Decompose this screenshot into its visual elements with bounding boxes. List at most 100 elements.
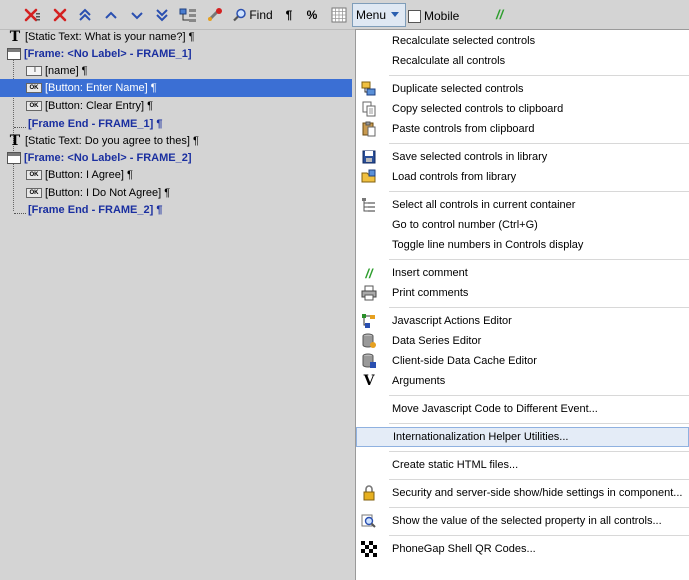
tree-row-label: [name] ¶ (45, 65, 88, 77)
menu-separator (389, 259, 689, 260)
magnifier-icon (361, 513, 377, 529)
lock-icon (361, 485, 377, 501)
tree-layout-icon[interactable] (178, 5, 198, 25)
menu-item-label: Recalculate selected controls (392, 35, 536, 47)
static-text-icon: T (9, 133, 21, 149)
menu-item-label: Show the value of the selected property … (392, 515, 662, 527)
menu-item-select-all[interactable]: Select all controls in current container (356, 195, 689, 215)
tree-row-label: [Button: Clear Entry] ¶ (45, 100, 154, 112)
tree-row-frame-end[interactable]: [Frame End - FRAME_2] ¶ (0, 201, 352, 219)
load-folder-icon (361, 169, 377, 185)
save-icon (361, 149, 377, 165)
chevron-down-icon (391, 12, 400, 17)
menu-item-arguments[interactable]: V Arguments (356, 371, 689, 391)
percent-button[interactable]: % (306, 5, 318, 25)
tree-row-frame[interactable]: [Frame: <No Label> - FRAME_1] (0, 45, 352, 63)
menu-item-label: Load controls from library (392, 171, 517, 183)
tree-row[interactable]: T [Static Text: What is your name?] ¶ (0, 28, 352, 46)
edit-properties-icon[interactable] (205, 5, 225, 25)
move-to-bottom-icon[interactable] (153, 5, 171, 25)
menu-item-label: Paste controls from clipboard (392, 123, 535, 135)
menu-item-copy[interactable]: Copy selected controls to clipboard (356, 99, 689, 119)
button-icon: OK (26, 101, 42, 111)
menu-item-label: Javascript Actions Editor (392, 315, 512, 327)
menu-separator (389, 423, 689, 424)
mobile-label: Mobile (424, 9, 460, 23)
tree-row-frame[interactable]: [Frame: <No Label> - FRAME_2] (0, 149, 352, 167)
menu-item-label: Save selected controls in library (392, 151, 548, 163)
magnifier-icon (233, 8, 247, 22)
text-input-icon: I (26, 66, 42, 76)
menu-button[interactable]: Menu (352, 3, 406, 27)
tree-row[interactable]: OK [Button: Clear Entry] ¶ (0, 97, 352, 115)
menu-item-recalculate-all[interactable]: Recalculate all controls (356, 51, 689, 71)
menu-separator (389, 507, 689, 508)
menu-item-insert-comment[interactable]: // Insert comment (356, 263, 689, 283)
menu-item-js-actions[interactable]: Javascript Actions Editor (356, 311, 689, 331)
menu-item-label: PhoneGap Shell QR Codes... (392, 543, 536, 555)
menu-item-toggle-line-numbers[interactable]: Toggle line numbers in Controls display (356, 235, 689, 255)
button-icon: OK (26, 170, 42, 180)
menu-item-security[interactable]: Security and server-side show/hide setti… (356, 483, 689, 503)
menu-separator (389, 535, 689, 536)
menu-item-label: Internationalization Helper Utilities... (393, 431, 569, 443)
js-actions-icon (361, 313, 377, 329)
move-to-top-icon[interactable] (76, 5, 94, 25)
menu-item-label: Data Series Editor (392, 335, 482, 347)
menu-separator (389, 395, 689, 396)
menu-item-label: Go to control number (Ctrl+G) (392, 219, 538, 231)
menu-item-move-js-code[interactable]: Move Javascript Code to Different Event.… (356, 399, 689, 419)
delete-icon[interactable] (50, 5, 70, 25)
frame-end-connector (14, 126, 26, 128)
menu-item-label: Toggle line numbers in Controls display (392, 239, 584, 251)
menu-item-duplicate[interactable]: Duplicate selected controls (356, 79, 689, 99)
menu-dropdown: Recalculate selected controls Recalculat… (355, 29, 689, 580)
menu-item-label: Security and server-side show/hide setti… (392, 487, 683, 499)
move-up-icon[interactable] (102, 5, 120, 25)
menu-item-phonegap-qr[interactable]: PhoneGap Shell QR Codes... (356, 539, 689, 559)
move-down-icon[interactable] (128, 5, 146, 25)
menu-item-save-library[interactable]: Save selected controls in library (356, 147, 689, 167)
tree-row-frame-end[interactable]: [Frame End - FRAME_1] ¶ (0, 115, 352, 133)
pilcrow-button[interactable]: ¶ (284, 5, 294, 25)
menu-item-label: Move Javascript Code to Different Event.… (392, 403, 598, 415)
paste-icon (361, 121, 377, 137)
mobile-checkbox[interactable]: Mobile (408, 8, 459, 24)
button-icon: OK (26, 83, 42, 93)
menu-item-static-html[interactable]: Create static HTML files... (356, 455, 689, 475)
frame-icon (7, 152, 21, 164)
menu-item-recalculate-selected[interactable]: Recalculate selected controls (356, 31, 689, 51)
tree-row-label: [Static Text: What is your name?] ¶ (25, 31, 195, 43)
tree-row-label: [Button: Enter Name] ¶ (45, 82, 157, 94)
checkbox-box[interactable] (408, 9, 421, 23)
menu-item-print-comments[interactable]: Print comments (356, 283, 689, 303)
tree-row[interactable]: T [Static Text: Do you agree to thes] ¶ (0, 132, 352, 150)
menu-label: Menu (356, 8, 387, 22)
button-icon: OK (26, 188, 42, 198)
menu-item-load-library[interactable]: Load controls from library (356, 167, 689, 187)
menu-item-data-cache[interactable]: Client-side Data Cache Editor (356, 351, 689, 371)
menu-item-internationalization[interactable]: Internationalization Helper Utilities... (356, 427, 689, 447)
tree-row-selected[interactable]: OK [Button: Enter Name] ¶ (0, 79, 352, 97)
delete-all-icon[interactable] (22, 5, 42, 25)
controls-tree: T [Static Text: What is your name?] ¶ [F… (0, 28, 352, 580)
menu-item-label: Arguments (392, 375, 446, 387)
grid-icon[interactable] (330, 5, 348, 25)
menu-separator (389, 307, 689, 308)
menu-item-paste[interactable]: Paste controls from clipboard (356, 119, 689, 139)
menu-item-show-property[interactable]: Show the value of the selected property … (356, 511, 689, 531)
tree-row[interactable]: I [name] ¶ (0, 62, 352, 80)
menu-separator (389, 451, 689, 452)
menu-item-label: Client-side Data Cache Editor (392, 355, 537, 367)
menu-item-label: Copy selected controls to clipboard (392, 103, 564, 115)
tree-row[interactable]: OK [Button: I Do Not Agree] ¶ (0, 184, 352, 202)
menu-item-data-series[interactable]: Data Series Editor (356, 331, 689, 351)
menu-item-goto-control[interactable]: Go to control number (Ctrl+G) (356, 215, 689, 235)
qr-code-icon (361, 541, 377, 557)
tree-row-label: [Frame End - FRAME_2] ¶ (28, 204, 163, 216)
tree-row-label: [Frame End - FRAME_1] ¶ (28, 118, 163, 130)
menu-item-label: Select all controls in current container (392, 199, 576, 211)
find-button[interactable]: Find (232, 5, 274, 25)
tree-row[interactable]: OK [Button: I Agree] ¶ (0, 166, 352, 184)
comment-icon[interactable]: // (496, 7, 503, 22)
